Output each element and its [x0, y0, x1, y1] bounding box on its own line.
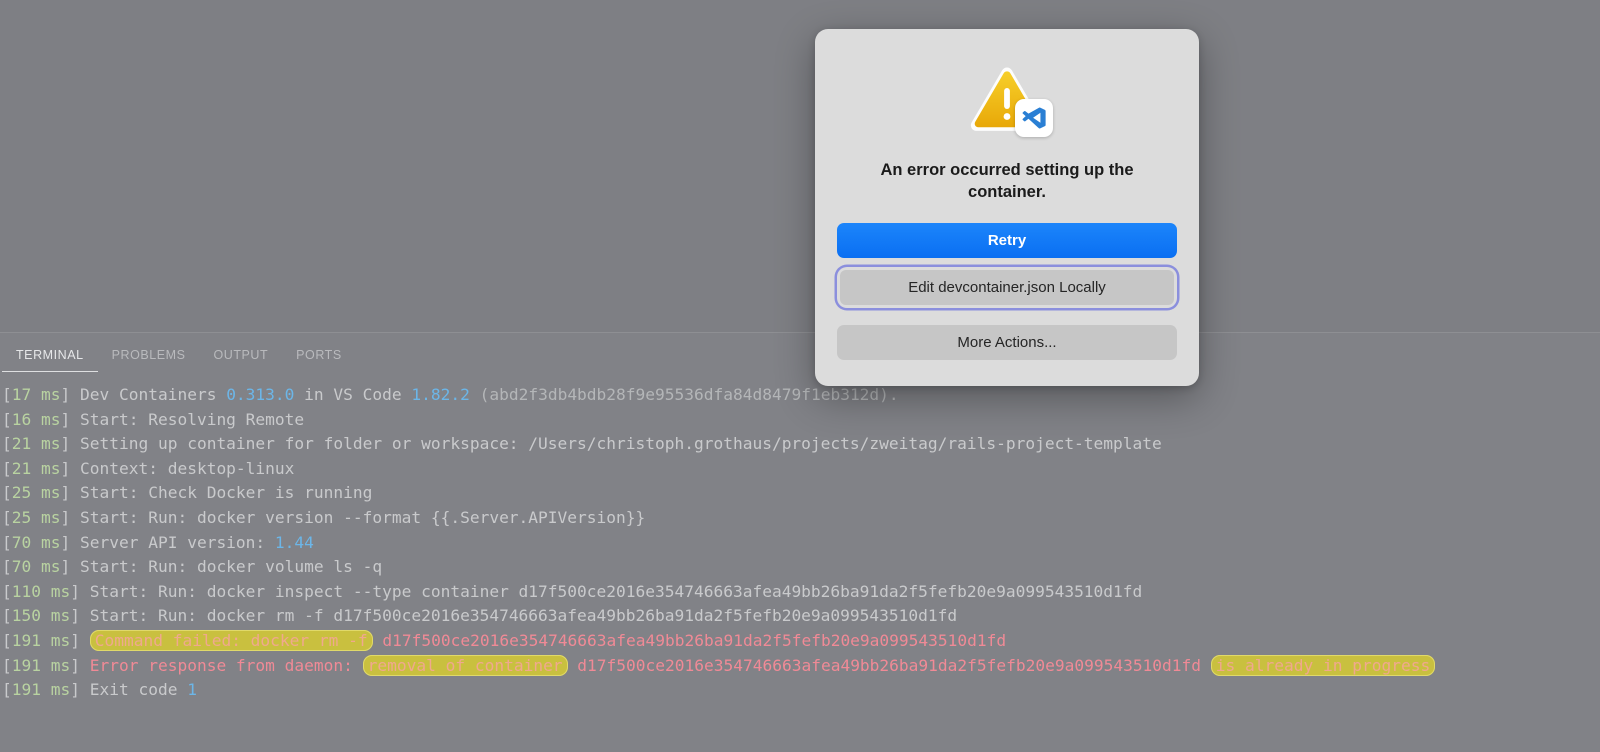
terminal-text: Setting up container for folder or works… — [80, 434, 1162, 454]
terminal-timestamp: [191 ms] — [2, 680, 90, 700]
terminal-text: (abd2f3db4bdb28f9e95536dfa84d8479f1eb312… — [469, 385, 899, 404]
terminal-highlight: is already in progress — [1210, 654, 1436, 676]
terminal-line: [21 ms] Setting up container for folder … — [0, 432, 1600, 457]
terminal-text: Dev Containers — [80, 385, 227, 404]
retry-button[interactable]: Retry — [837, 223, 1177, 258]
terminal-timestamp: [191 ms] — [2, 655, 90, 675]
terminal-text: in VS Code — [294, 385, 412, 404]
terminal-highlight: removal of container — [362, 654, 568, 676]
dialog-title: An error occurred setting up the contain… — [880, 161, 1134, 201]
terminal-text: 1.82.2 — [411, 385, 470, 404]
terminal-line: [16 ms] Start: Resolving Remote — [0, 408, 1600, 433]
terminal-timestamp: [191 ms] — [2, 630, 90, 650]
terminal-text: Exit code — [89, 680, 188, 700]
terminal-line: [25 ms] Start: Check Docker is running — [0, 481, 1600, 506]
terminal-line: [25 ms] Start: Run: docker version --for… — [0, 506, 1600, 531]
panel-tab-label: PROBLEMS — [111, 348, 186, 362]
terminal-line: [70 ms] Server API version: 1.44 — [0, 531, 1600, 556]
terminal-line: [150 ms] Start: Run: docker rm -f d17f50… — [0, 604, 1600, 629]
terminal-text: Start: Run: docker volume ls -q — [80, 557, 383, 577]
terminal-text: Start: Resolving Remote — [80, 409, 305, 429]
terminal-line: [70 ms] Start: Run: docker volume ls -q — [0, 555, 1600, 580]
terminal-text: Start: Run: docker inspect --type contai… — [89, 581, 1143, 601]
terminal-line: [191 ms] Exit code 1 — [0, 678, 1600, 703]
panel-tab-bar: TERMINAL PROBLEMS OUTPUT PORTS — [0, 337, 1600, 373]
terminal-text: Context: desktop-linux — [80, 458, 295, 478]
terminal-text: 1.44 — [274, 532, 314, 552]
terminal-timestamp: [150 ms] — [2, 606, 90, 626]
terminal-line: [191 ms] Error response from daemon: rem… — [0, 654, 1600, 679]
terminal-output[interactable]: [17 ms] Dev Containers 0.313.0 in VS Cod… — [0, 383, 1600, 752]
panel-tab-output[interactable]: OUTPUT — [199, 338, 282, 372]
panel-tab-label: OUTPUT — [213, 348, 269, 362]
terminal-timestamp: [70 ms] — [2, 557, 80, 577]
edit-devcontainer-focus-ring: Edit devcontainer.json Locally — [837, 267, 1177, 308]
terminal-line: [191 ms] Command failed: docker rm -f d1… — [0, 629, 1600, 654]
terminal-text: Start: Run: docker version --format {{.S… — [80, 507, 646, 527]
terminal-text: 1 — [187, 680, 197, 700]
terminal-text: Server API version: — [80, 532, 275, 552]
terminal-timestamp: [110 ms] — [2, 581, 90, 601]
terminal-timestamp: [16 ms] — [2, 409, 80, 429]
terminal-timestamp: [25 ms] — [2, 507, 80, 527]
more-actions-button[interactable]: More Actions... — [837, 325, 1177, 360]
terminal-text: Start: Run: docker rm -f d17f500ce2016e3… — [89, 606, 958, 626]
panel-tab-terminal[interactable]: TERMINAL — [2, 338, 98, 372]
terminal-timestamp: [70 ms] — [2, 532, 80, 552]
edit-devcontainer-locally-button[interactable]: Edit devcontainer.json Locally — [840, 270, 1174, 305]
terminal-line: [110 ms] Start: Run: docker inspect --ty… — [0, 580, 1600, 605]
terminal-text: 0.313.0 — [226, 385, 295, 404]
terminal-text: d17f500ce2016e354746663afea49bb26ba91da2… — [567, 655, 1211, 675]
vscode-logo-icon — [1015, 99, 1053, 137]
warning-triangle-icon — [969, 65, 1053, 137]
panel-tab-label: TERMINAL — [16, 348, 84, 362]
terminal-line: [21 ms] Context: desktop-linux — [0, 457, 1600, 482]
panel-tab-problems[interactable]: PROBLEMS — [98, 338, 200, 372]
error-dialog: An error occurred setting up the contain… — [815, 29, 1199, 386]
terminal-timestamp: [17 ms] — [2, 385, 80, 404]
panel-tab-ports[interactable]: PORTS — [282, 338, 356, 372]
terminal-text: Start: Check Docker is running — [80, 483, 373, 503]
panel-tab-label: PORTS — [296, 348, 342, 362]
terminal-text: d17f500ce2016e354746663afea49bb26ba91da2… — [382, 630, 1007, 650]
terminal-timestamp: [21 ms] — [2, 434, 80, 454]
terminal-timestamp: [21 ms] — [2, 458, 80, 478]
terminal-highlight: Command failed: docker rm -f — [89, 629, 373, 651]
terminal-line: [17 ms] Dev Containers 0.313.0 in VS Cod… — [0, 383, 1600, 408]
terminal-timestamp: [25 ms] — [2, 483, 80, 503]
terminal-text: Error response from daemon: — [89, 655, 363, 675]
editor-backdrop — [0, 0, 1600, 333]
